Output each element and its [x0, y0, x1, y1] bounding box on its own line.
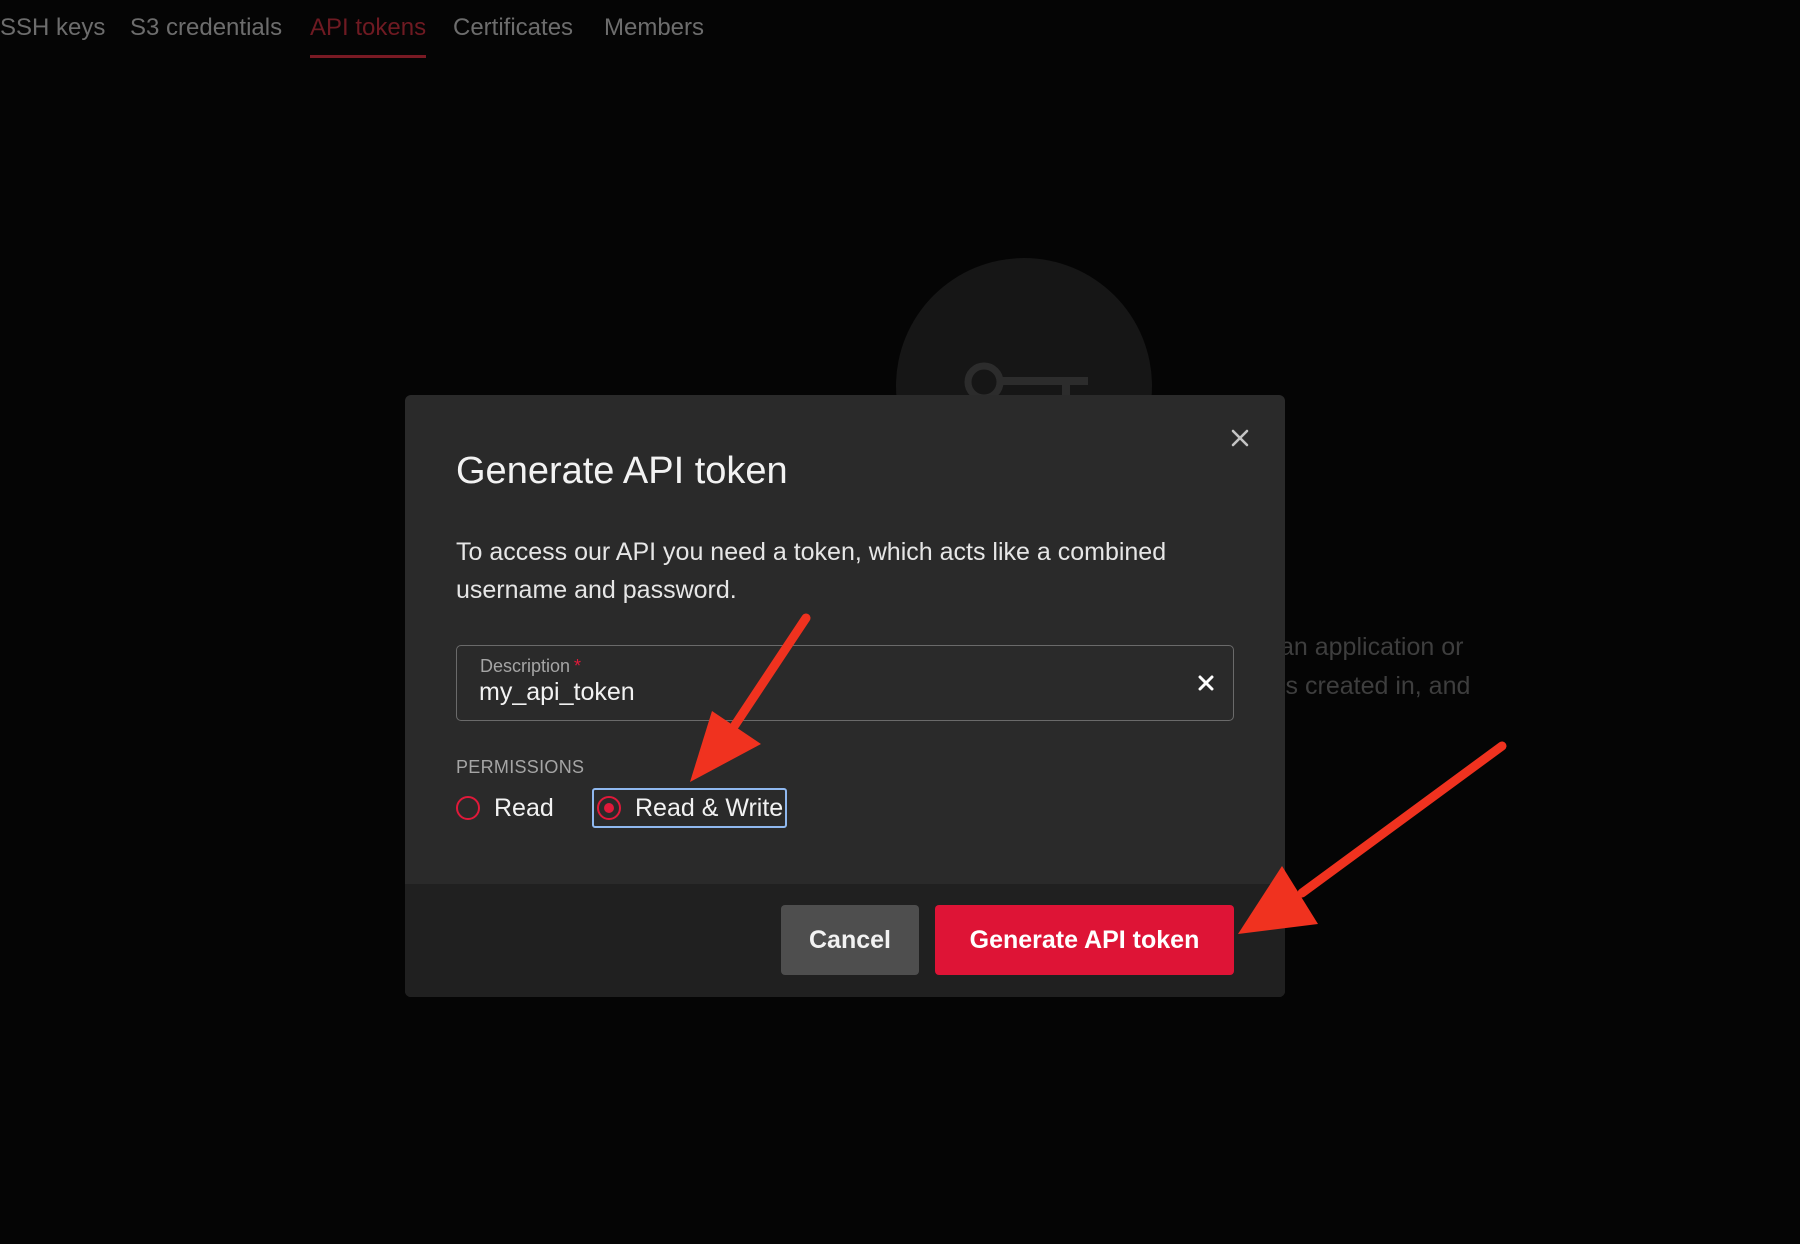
- empty-state-desc-line2: is created in, and: [1280, 672, 1471, 700]
- permission-read-radio[interactable]: Read: [456, 788, 554, 828]
- tab-ssh-keys[interactable]: SSH keys: [0, 14, 105, 58]
- dialog-description: To access our API you need a token, whic…: [456, 538, 1167, 604]
- description-label-text: Description: [480, 656, 571, 676]
- description-field[interactable]: Description *: [456, 645, 1234, 721]
- description-field-label: Description *: [480, 656, 581, 677]
- radio-unchecked-icon: [456, 796, 480, 820]
- dialog-title: Generate API token: [456, 450, 788, 492]
- permissions-label: PERMISSIONS: [456, 757, 585, 777]
- permission-read-label: Read: [494, 793, 554, 822]
- tab-certificates[interactable]: Certificates: [453, 14, 573, 58]
- permission-read-write-radio[interactable]: Read & Write: [592, 788, 788, 828]
- generate-token-dialog: Generate API token To access our API you…: [405, 395, 1285, 997]
- tab-s3-credentials[interactable]: S3 credentials: [130, 14, 282, 58]
- tab-members[interactable]: Members: [604, 14, 704, 58]
- dialog-footer: Cancel Generate API token: [405, 884, 1285, 997]
- clear-icon[interactable]: [1191, 668, 1221, 698]
- permission-read-write-label: Read & Write: [635, 793, 784, 822]
- empty-state-description: an application or is created in, and: [1280, 628, 1580, 706]
- description-input[interactable]: [479, 678, 1159, 707]
- clear-icon-glyph: [1198, 675, 1214, 691]
- required-marker: *: [574, 656, 582, 676]
- close-icon-glyph: [1231, 429, 1249, 447]
- page: SSH keys S3 credentials API tokens Certi…: [0, 0, 1800, 1244]
- generate-api-token-button[interactable]: Generate API token: [935, 905, 1234, 975]
- cancel-button[interactable]: Cancel: [781, 905, 919, 975]
- close-icon[interactable]: [1225, 423, 1255, 453]
- tab-api-tokens[interactable]: API tokens: [310, 14, 427, 58]
- empty-state-desc-line1: an application or: [1280, 633, 1464, 661]
- radio-checked-icon: [597, 796, 621, 820]
